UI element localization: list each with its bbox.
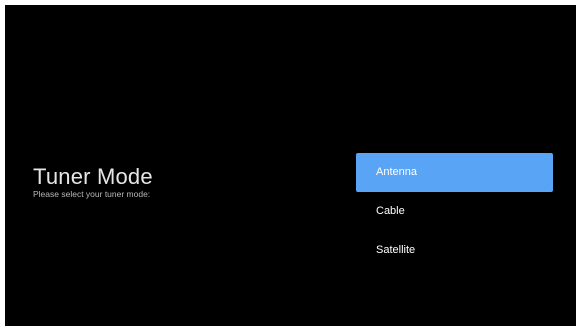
- page-title: Tuner Mode: [33, 164, 153, 189]
- option-antenna[interactable]: Antenna: [356, 153, 553, 192]
- tv-screen: Tuner Mode Please select your tuner mode…: [5, 5, 576, 326]
- tuner-mode-list: Antenna Cable Satellite: [356, 153, 553, 270]
- page-subtitle: Please select your tuner mode:: [33, 189, 151, 199]
- option-cable[interactable]: Cable: [356, 192, 553, 231]
- option-satellite[interactable]: Satellite: [356, 231, 553, 270]
